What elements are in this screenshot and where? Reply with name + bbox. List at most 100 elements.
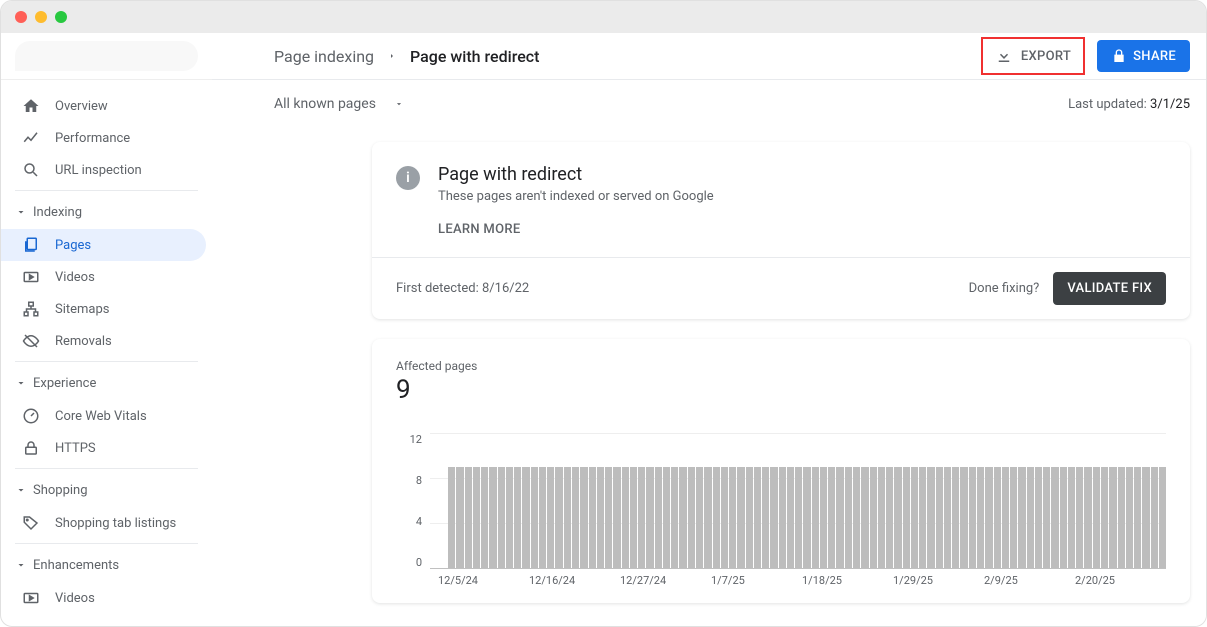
trend-icon (21, 128, 41, 148)
chart-bar (1027, 467, 1034, 568)
chart-bar (746, 467, 753, 568)
issue-title: Page with redirect (438, 164, 714, 185)
chart-bar (448, 467, 455, 568)
learn-more-link[interactable]: LEARN MORE (372, 222, 1190, 257)
info-icon: i (396, 166, 420, 190)
chart-bar (580, 467, 587, 568)
nav-section-shopping[interactable]: Shopping (1, 473, 212, 507)
nav-shopping-listings[interactable]: Shopping tab listings (1, 507, 206, 539)
chart-bar (1002, 467, 1009, 568)
chart-bar (1093, 467, 1100, 568)
download-icon (995, 47, 1013, 65)
nav-section-enhancements[interactable]: Enhancements (1, 548, 212, 582)
property-selector[interactable] (1, 33, 212, 80)
chart-bar (836, 467, 843, 568)
maximize-window-icon[interactable] (55, 11, 67, 23)
chart-bar (960, 467, 967, 568)
nav-https[interactable]: HTTPS (1, 432, 206, 464)
affected-pages-card: Affected pages 9 12 8 4 0 (372, 339, 1190, 603)
chart-bar (812, 467, 819, 568)
pages-filter-select[interactable]: All known pages (274, 96, 404, 112)
nav-overview[interactable]: Overview (1, 90, 206, 122)
nav-label: Removals (55, 334, 112, 349)
chart-bar (671, 467, 678, 568)
chart-bar (853, 467, 860, 568)
chevron-down-icon (15, 559, 27, 571)
chart-value: 9 (396, 375, 1166, 405)
chart-label: Affected pages (396, 359, 1166, 373)
nav-videos[interactable]: Videos (1, 261, 206, 293)
chevron-right-icon (388, 50, 396, 62)
chart-bar (721, 467, 728, 568)
nav-section-indexing[interactable]: Indexing (1, 195, 212, 229)
chart-bar (903, 467, 910, 568)
page-header: Page indexing Page with redirect EXPORT … (212, 33, 1206, 80)
chart-bar (729, 467, 736, 568)
nav-pages[interactable]: Pages (1, 229, 206, 261)
chart-bar (977, 467, 984, 568)
chart-bar (696, 467, 703, 568)
tag-icon (21, 513, 41, 533)
chart-bar (787, 467, 794, 568)
chart-bar (770, 467, 777, 568)
chart-bar (605, 467, 612, 568)
breadcrumb-parent[interactable]: Page indexing (274, 47, 374, 66)
chart-bar (1159, 467, 1166, 568)
export-button[interactable]: EXPORT (981, 37, 1085, 75)
nav-section-experience[interactable]: Experience (1, 366, 212, 400)
chart-bar (539, 467, 546, 568)
share-label: SHARE (1133, 49, 1176, 64)
search-icon (21, 160, 41, 180)
minimize-window-icon[interactable] (35, 11, 47, 23)
chevron-down-icon (15, 484, 27, 496)
chart-bar (927, 467, 934, 568)
nav-sitemaps[interactable]: Sitemaps (1, 293, 206, 325)
validate-fix-button[interactable]: VALIDATE FIX (1053, 272, 1166, 305)
chart-bar (713, 467, 720, 568)
chart-bar (944, 467, 951, 568)
chart-bar (737, 467, 744, 568)
x-axis: 12/5/24 12/16/24 12/27/24 1/7/25 1/18/25… (430, 574, 1166, 587)
chart-bar (465, 467, 472, 568)
nav-core-web-vitals[interactable]: Core Web Vitals (1, 400, 206, 432)
chart-bar (1084, 467, 1091, 568)
breadcrumb: Page indexing Page with redirect (274, 47, 539, 66)
chart-bar (547, 467, 554, 568)
nav-performance[interactable]: Performance (1, 122, 206, 154)
share-button[interactable]: SHARE (1097, 40, 1190, 72)
chart-bar (622, 467, 629, 568)
chart-bar (704, 467, 711, 568)
pages-icon (21, 235, 41, 255)
breadcrumb-current: Page with redirect (410, 47, 539, 66)
nav-removals[interactable]: Removals (1, 325, 206, 357)
y-axis: 12 8 4 0 (396, 433, 422, 569)
chart-bar (638, 467, 645, 568)
chart-bars (430, 433, 1166, 568)
chart-bar (613, 467, 620, 568)
chart-bar (663, 467, 670, 568)
nav-enh-videos[interactable]: Videos (1, 582, 206, 614)
close-window-icon[interactable] (15, 11, 27, 23)
chart-bar (1142, 467, 1149, 568)
chart-bar (1151, 467, 1158, 568)
chart-bar (919, 467, 926, 568)
nav-label: Overview (55, 99, 108, 114)
chart-bar (514, 467, 521, 568)
chart-bar (1060, 467, 1067, 568)
chart-bar (994, 467, 1001, 568)
lock-icon (1111, 48, 1127, 64)
chevron-down-icon (15, 377, 27, 389)
chart-bar (1101, 467, 1108, 568)
chart-bar (762, 467, 769, 568)
chart-bar (589, 467, 596, 568)
chart-bar (688, 467, 695, 568)
gauge-icon (21, 406, 41, 426)
video-icon (21, 267, 41, 287)
chart-bar (1076, 467, 1083, 568)
filter-label: All known pages (274, 96, 376, 112)
nav-url-inspection[interactable]: URL inspection (1, 154, 206, 186)
chart-bar (828, 467, 835, 568)
nav-label: Performance (55, 131, 130, 146)
chevron-down-icon (15, 206, 27, 218)
issue-info-card: i Page with redirect These pages aren't … (372, 142, 1190, 319)
